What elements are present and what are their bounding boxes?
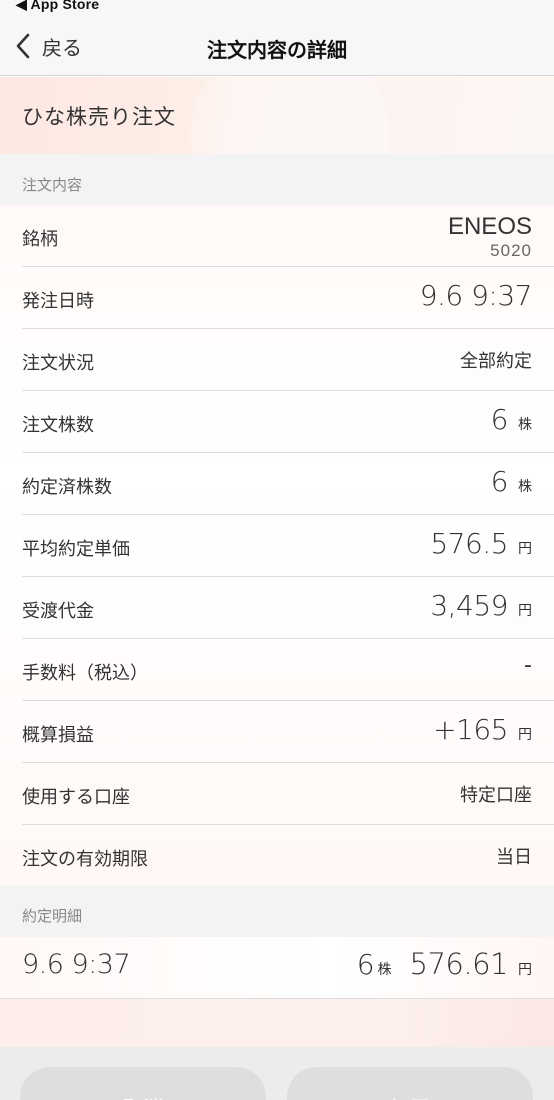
page-title: 注文内容の詳細: [207, 38, 347, 62]
detail-row-executed-quantity: 約定済株数 6株: [0, 453, 554, 515]
row-label: 注文状況: [22, 353, 94, 374]
row-label: 注文株数: [22, 415, 94, 436]
account-value: 特定口座: [460, 785, 532, 806]
profit-unit: 円: [518, 727, 532, 743]
order-time-value: 9.6 9:37: [419, 279, 533, 312]
row-label: 受渡代金: [22, 601, 94, 622]
detail-row-avg-price: 平均約定単価 576.5 円: [0, 515, 554, 577]
row-value: 6株: [491, 403, 532, 436]
execution-detail: 6 株 576.61 円: [357, 947, 532, 981]
execution-quantity-unit: 株: [377, 962, 392, 978]
detail-row-quantity: 注文株数 6株: [0, 391, 554, 453]
avg-price-value: 576.5: [430, 527, 508, 560]
execution-quantity: 6: [356, 948, 375, 981]
fee-value: -: [524, 653, 532, 678]
row-label: 銘柄: [22, 229, 58, 250]
section-title: 注文内容: [22, 176, 83, 194]
status-value: 全部約定: [460, 351, 532, 372]
settlement-value: 3,459: [430, 589, 508, 622]
row-label: 平均約定単価: [22, 539, 130, 560]
detail-row-stock: 銘柄 ENEOS 5020: [0, 205, 554, 267]
app-store-back-link[interactable]: ◀ App Store: [16, 0, 99, 13]
stock-code: 5020: [490, 241, 532, 260]
execution-row: 9.6 9:37 6 株 576.61 円: [0, 937, 554, 999]
row-label: 手数料（税込）: [22, 663, 148, 684]
stock-name: ENEOS: [447, 213, 532, 240]
row-value: 576.5 円: [430, 527, 532, 560]
row-label: 約定済株数: [22, 477, 112, 498]
detail-row-fee: 手数料（税込） -: [0, 639, 554, 701]
quantity-value: 6: [490, 403, 509, 436]
row-value: 3,459 円: [430, 589, 532, 622]
section-header-order-details: 注文内容: [0, 154, 554, 206]
detail-row-expiry: 注文の有効期限 当日: [0, 825, 554, 887]
row-label: 概算損益: [22, 725, 94, 746]
profit-value: +165: [433, 713, 508, 746]
section-header-executions: 約定明細: [0, 885, 554, 937]
row-value: +165 円: [433, 713, 532, 746]
settlement-unit: 円: [518, 603, 532, 619]
row-label: 使用する口座: [22, 787, 130, 808]
row-label: 発注日時: [22, 291, 94, 312]
row-value: 9.6 9:37: [419, 279, 533, 312]
modify-order-button[interactable]: 訂正: [287, 1067, 533, 1100]
row-label: 注文の有効期限: [22, 849, 148, 870]
order-type-banner: ひな株売り注文: [0, 77, 554, 154]
executed-quantity-unit: 株: [518, 479, 532, 495]
detail-row-profit: 概算損益 +165 円: [0, 701, 554, 763]
execution-time: 9.6 9:37: [22, 949, 131, 980]
status-bar: ◀ App Store: [0, 0, 554, 14]
avg-price-unit: 円: [518, 541, 532, 557]
navigation-bar: 戻る 注文内容の詳細: [0, 14, 554, 76]
cancel-order-button[interactable]: 取消: [20, 1067, 266, 1100]
execution-price: 576.61: [409, 947, 509, 981]
content-spacer: [0, 999, 554, 1047]
row-value: 6株: [491, 465, 532, 498]
execution-price-unit: 円: [518, 962, 532, 978]
expiry-value: 当日: [496, 847, 532, 868]
bottom-action-bar: 取消 訂正: [0, 1047, 554, 1100]
quantity-unit: 株: [518, 417, 532, 433]
detail-row-order-time: 発注日時 9.6 9:37: [0, 267, 554, 329]
order-detail-list: 銘柄 ENEOS 5020 発注日時 9.6 9:37 注文状況 全部約定 注文…: [0, 205, 554, 887]
section-title: 約定明細: [22, 907, 83, 925]
detail-row-account: 使用する口座 特定口座: [0, 763, 554, 825]
order-type-label: ひな株売り注文: [22, 105, 176, 129]
detail-row-status: 注文状況 全部約定: [0, 329, 554, 391]
executed-quantity-value: 6: [490, 465, 509, 498]
detail-row-settlement: 受渡代金 3,459 円: [0, 577, 554, 639]
